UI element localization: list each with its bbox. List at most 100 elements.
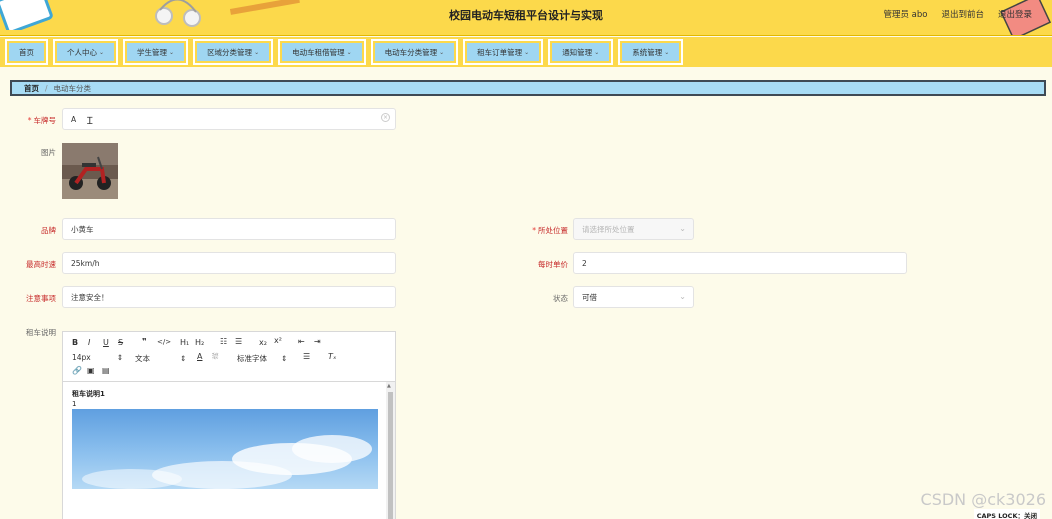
price-input[interactable]: 2 bbox=[573, 252, 907, 274]
video-insert-icon[interactable]: ▤ bbox=[102, 366, 110, 375]
scroll-thumb[interactable] bbox=[388, 392, 393, 519]
code-icon[interactable]: </> bbox=[157, 338, 171, 346]
notes-input[interactable]: 注意安全！ bbox=[62, 286, 396, 308]
nav-item-inner: 区域分类管理 ⌄ bbox=[197, 43, 270, 61]
speed-input[interactable]: 25km/h bbox=[62, 252, 396, 274]
quote-icon[interactable]: ❞ bbox=[142, 337, 147, 346]
caps-lock-indicator: CAPS LOCK：关闭 bbox=[973, 509, 1040, 519]
chevron-down-icon: ⌄ bbox=[346, 48, 352, 56]
italic-icon[interactable]: I bbox=[88, 338, 90, 347]
status-value: 可借 bbox=[582, 292, 597, 302]
nav-item-7[interactable]: 通知管理 ⌄ bbox=[548, 39, 614, 65]
chevron-down-icon: ⌄ bbox=[524, 48, 530, 56]
plate-value: A bbox=[71, 114, 77, 124]
nav-item-label: 系统管理 bbox=[632, 47, 663, 57]
plate-input[interactable]: A Ɪ × bbox=[62, 108, 396, 130]
heading2-icon[interactable]: H₂ bbox=[195, 338, 204, 347]
bike-photo[interactable] bbox=[62, 143, 118, 199]
nav-item-inner: 租车订单管理 ⌄ bbox=[467, 43, 540, 61]
bullet-list-icon[interactable]: ☰ bbox=[235, 337, 242, 346]
font-family-select[interactable]: 标准字体 ⇕ bbox=[237, 353, 287, 364]
nav-item-inner: 电动车租借管理 ⌄ bbox=[282, 43, 362, 61]
rich-text-editor: B I U S ❞ </> H₁ H₂ ☷ ☰ x₂ x² ⇤ ⇥ 14px ⇕ … bbox=[62, 331, 396, 519]
brand-input[interactable]: 小黄车 bbox=[62, 218, 396, 240]
chevron-down-icon: ⌄ bbox=[679, 292, 686, 301]
chevron-down-icon: ⌄ bbox=[439, 48, 445, 56]
chevron-down-icon: ⌄ bbox=[99, 48, 105, 56]
editor-line: 租车说明1 bbox=[72, 390, 105, 398]
nav-item-4[interactable]: 电动车租借管理 ⌄ bbox=[278, 39, 366, 65]
nav-item-0[interactable]: 首页 bbox=[5, 39, 48, 65]
font-color-icon[interactable]: A bbox=[197, 352, 202, 361]
chevron-down-icon: ⌄ bbox=[679, 224, 686, 233]
header-bar: 校园电动车短租平台设计与实现 管理员 abo 退出到前台 退出登录 bbox=[0, 0, 1052, 36]
plate-label: * 车牌号 bbox=[27, 116, 56, 125]
editor-scrollbar[interactable]: ▲ bbox=[386, 382, 395, 519]
image-label: 图片 bbox=[41, 148, 56, 157]
editor-line: 1 bbox=[72, 400, 77, 408]
to-front-link[interactable]: 退出到前台 bbox=[941, 8, 984, 20]
status-select[interactable]: 可借 ⌄ bbox=[573, 286, 694, 308]
nav-item-inner: 电动车分类管理 ⌄ bbox=[374, 43, 455, 61]
breadcrumb-current: 电动车分类 bbox=[53, 83, 92, 93]
nav-item-2[interactable]: 学生管理 ⌄ bbox=[123, 39, 189, 65]
price-value: 2 bbox=[582, 258, 587, 268]
brand-value: 小黄车 bbox=[71, 224, 94, 234]
nav-item-6[interactable]: 租车订单管理 ⌄ bbox=[463, 39, 544, 65]
nav-item-5[interactable]: 电动车分类管理 ⌄ bbox=[370, 39, 459, 65]
outdent-icon[interactable]: ⇤ bbox=[298, 337, 305, 346]
nav-item-label: 通知管理 bbox=[562, 47, 593, 57]
link-icon[interactable]: 🔗 bbox=[72, 366, 82, 375]
price-label: 每时单价 bbox=[538, 260, 568, 269]
nav-item-label: 电动车租借管理 bbox=[292, 47, 345, 57]
nav-item-label: 首页 bbox=[19, 47, 34, 57]
watermark: CSDN @ck3026 bbox=[920, 490, 1046, 509]
notes-value: 注意安全！ bbox=[71, 292, 109, 302]
scroll-up-icon[interactable]: ▲ bbox=[387, 383, 391, 389]
nav-item-8[interactable]: 系统管理 ⌄ bbox=[618, 39, 684, 65]
breadcrumb-home[interactable]: 首页 bbox=[24, 83, 39, 94]
underline-icon[interactable]: U bbox=[103, 338, 109, 347]
nav-item-inner: 通知管理 ⌄ bbox=[552, 43, 610, 61]
image-insert-icon[interactable]: ▣ bbox=[87, 366, 95, 375]
main-nav: 首页 个人中心 ⌄ 学生管理 ⌄ 区域分类管理 ⌄ 电动车租借管理 ⌄ 电动车分类管理 ⌄ 租车订单管… bbox=[0, 37, 1052, 67]
location-label: * 所处位置 bbox=[532, 226, 568, 235]
breadcrumb: 首页 / 电动车分类 bbox=[10, 80, 1046, 96]
text-type-select[interactable]: 文本 ⇕ bbox=[135, 353, 186, 364]
nav-item-label: 学生管理 bbox=[137, 47, 168, 57]
chevron-down-icon: ⌄ bbox=[254, 48, 260, 56]
location-placeholder: 请选择所处位置 bbox=[582, 224, 635, 234]
text-cursor-icon: Ɪ bbox=[87, 116, 93, 127]
indent-icon[interactable]: ⇥ bbox=[314, 337, 321, 346]
desc-label: 租车说明 bbox=[26, 328, 56, 337]
clear-icon[interactable]: × bbox=[381, 113, 390, 122]
nav-item-inner: 个人中心 ⌄ bbox=[57, 43, 115, 61]
nav-item-1[interactable]: 个人中心 ⌄ bbox=[53, 39, 119, 65]
chevron-down-icon: ⌄ bbox=[664, 48, 670, 56]
clear-format-icon[interactable]: Tₓ bbox=[328, 352, 336, 361]
location-select[interactable]: 请选择所处位置 ⌄ bbox=[573, 218, 694, 240]
background-color-icon[interactable]: ⛆ bbox=[212, 352, 218, 362]
sky-image[interactable] bbox=[72, 409, 378, 489]
status-label: 状态 bbox=[553, 294, 568, 303]
strike-icon[interactable]: S bbox=[118, 338, 123, 347]
logout-link[interactable]: 退出登录 bbox=[998, 8, 1032, 20]
chevron-down-icon: ⌄ bbox=[169, 48, 175, 56]
ordered-list-icon[interactable]: ☷ bbox=[220, 337, 227, 346]
nav-item-inner: 系统管理 ⌄ bbox=[622, 43, 680, 61]
heading1-icon[interactable]: H₁ bbox=[180, 338, 189, 347]
superscript-icon[interactable]: x² bbox=[274, 336, 282, 345]
speed-label: 最高时速 bbox=[26, 260, 56, 269]
nav-item-label: 区域分类管理 bbox=[207, 47, 253, 57]
breadcrumb-separator: / bbox=[45, 83, 48, 93]
admin-label: 管理员 abo bbox=[883, 10, 928, 20]
align-icon[interactable]: ☰ bbox=[303, 352, 310, 361]
editor-toolbar: B I U S ❞ </> H₁ H₂ ☷ ☰ x₂ x² ⇤ ⇥ 14px ⇕ … bbox=[63, 332, 395, 382]
font-size-select[interactable]: 14px ⇕ bbox=[72, 353, 123, 362]
chevron-down-icon: ⌄ bbox=[594, 48, 600, 56]
nav-item-3[interactable]: 区域分类管理 ⌄ bbox=[193, 39, 274, 65]
bold-icon[interactable]: B bbox=[72, 338, 78, 347]
subscript-icon[interactable]: x₂ bbox=[259, 338, 267, 347]
notes-label: 注意事项 bbox=[26, 294, 56, 303]
nav-item-inner: 首页 bbox=[9, 43, 44, 61]
